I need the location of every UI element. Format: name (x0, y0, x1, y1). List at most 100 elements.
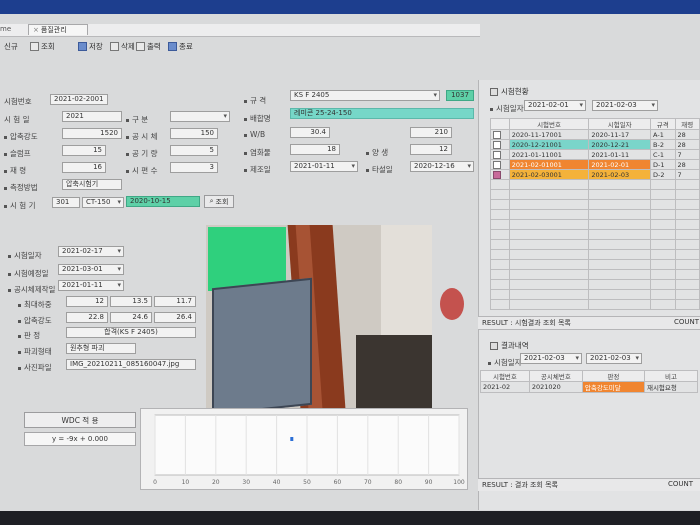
comp-strength-3[interactable]: 26.4 (154, 312, 196, 323)
right-date-from[interactable]: 2021-02-01 (524, 100, 586, 111)
home-tab[interactable]: me (0, 25, 11, 33)
result-row-note: 재시험요청 (643, 381, 699, 393)
specimen-field[interactable]: 150 (170, 128, 218, 139)
row-checkbox[interactable] (493, 130, 501, 139)
table-row[interactable]: 2021-02-01001 2021-02-01 D-1 28 (490, 159, 700, 170)
row-checkbox-cell[interactable] (490, 139, 510, 150)
result-label: RESULT : 시험결과 조회 목록 (482, 319, 571, 327)
tester-date[interactable]: 2020-10-15 (126, 196, 200, 207)
search-button[interactable]: 조회 (30, 40, 55, 52)
exam-date-field[interactable]: 2021-02-17 (58, 246, 124, 257)
search-icon (30, 41, 39, 51)
col-header[interactable]: 시험일자 (588, 118, 652, 130)
col2-header[interactable]: 판정 (581, 370, 645, 382)
row-checkbox[interactable] (493, 170, 501, 179)
result-row[interactable]: 2021-02 2021020 압축강도미달 재시험요청 (480, 381, 699, 393)
empty-row (490, 239, 700, 250)
photo-file-field[interactable]: IMG_20210211_085160047.jpg (66, 359, 196, 370)
col-header[interactable]: 시험번호 (508, 118, 590, 130)
wb-field-2[interactable]: 210 (410, 127, 452, 138)
curing-field[interactable]: 12 (410, 144, 452, 155)
save-button[interactable]: 저장 (78, 40, 103, 52)
fracture-field[interactable]: 원추형 파괴 (66, 343, 136, 354)
top-bezel (0, 0, 700, 14)
col2-header[interactable]: 비고 (643, 370, 699, 382)
wb-label: W/B (244, 130, 265, 139)
table-row[interactable]: 2020-12-21001 2020-12-21 B-2 28 (490, 139, 700, 150)
empty-row (490, 199, 700, 210)
table-row[interactable]: 2021-01-11001 2021-01-11 C-1 7 (490, 149, 700, 160)
row-date: 2020-11-17 (588, 129, 652, 140)
max-load-3[interactable]: 11.7 (154, 296, 196, 307)
row-checkbox-cell[interactable] (490, 159, 510, 170)
pour-date-field[interactable]: 2020-12-16 (410, 161, 474, 172)
exam-date-label: 시험일자 (8, 250, 42, 261)
wb-field[interactable]: 30.4 (290, 127, 330, 138)
date2-to[interactable]: 2021-02-03 (586, 353, 642, 364)
close-tab-icon[interactable]: × (33, 26, 39, 34)
result-row-no: 2021-02 (480, 381, 530, 393)
cast-date-field[interactable]: 2021-01-11 (58, 280, 124, 291)
wdc-apply-button[interactable]: WDC 적 용 (24, 412, 136, 428)
col2-header[interactable]: 시험번호 (480, 370, 530, 382)
sched-date-field[interactable]: 2021-03-01 (58, 264, 124, 275)
max-load-1[interactable]: 12 (66, 296, 108, 307)
row-checkbox-cell[interactable] (490, 149, 510, 160)
data-point (290, 437, 294, 441)
tester-label: 시 험 기 (4, 200, 35, 211)
col2-header[interactable]: 공시체번호 (528, 370, 583, 382)
col-header[interactable] (490, 118, 510, 130)
row-checkbox[interactable] (493, 150, 501, 159)
type-dropdown[interactable] (170, 111, 230, 122)
chloride-field[interactable]: 18 (290, 144, 340, 155)
air-field[interactable]: 5 (170, 145, 218, 156)
new-button[interactable]: 신규 (4, 40, 18, 52)
tester-search-button[interactable]: ⌕ 조회 (204, 195, 234, 208)
search-label: 조회 (41, 41, 55, 51)
test-date-field[interactable]: 2021 (62, 111, 122, 122)
row-checkbox-cell[interactable] (490, 169, 510, 180)
delete-button[interactable]: 삭제 (110, 40, 135, 52)
x-tick-label: 20 (212, 479, 220, 486)
strength-field[interactable]: 1520 (62, 128, 122, 139)
tester-code[interactable]: 301 (52, 197, 80, 208)
count-label: 시 편 수 (126, 165, 157, 176)
row-date: 2021-01-11 (588, 149, 652, 160)
method-field[interactable]: 압축시험기 (62, 179, 122, 190)
row-spec: D-2 (650, 169, 676, 180)
table-row[interactable]: 2021-02-03001 2021-02-03 D-2 7 (490, 169, 700, 180)
max-load-2[interactable]: 13.5 (110, 296, 152, 307)
mfg-date-field[interactable]: 2021-01-11 (290, 161, 358, 172)
photo-object (440, 288, 464, 320)
fracture-label: 파괴형태 (18, 346, 52, 357)
row-checkbox[interactable] (493, 160, 501, 169)
comp-strength-2[interactable]: 24.6 (110, 312, 152, 323)
spec-dropdown[interactable]: KS F 2405 (290, 90, 440, 101)
count-field[interactable]: 3 (170, 162, 218, 173)
right-date-to[interactable]: 2021-02-03 (592, 100, 658, 111)
tester-model[interactable]: CT-150 (82, 197, 124, 208)
row-checkbox[interactable] (493, 140, 501, 149)
x-tick-label: 80 (394, 479, 402, 486)
col-header[interactable]: 재령 (674, 118, 700, 130)
right-date-label: 시험일자 (490, 103, 524, 114)
air-label: 공 기 량 (126, 148, 157, 159)
count2-label: COUNT (668, 480, 694, 488)
slump-field[interactable]: 15 (62, 145, 106, 156)
table-row[interactable]: 2020-11-17001 2020-11-17 A-1 28 (490, 129, 700, 140)
judge-field[interactable]: 합격(KS F 2405) (66, 327, 196, 338)
close-button[interactable]: 종료 (168, 40, 193, 52)
row-checkbox-cell[interactable] (490, 129, 510, 140)
comp-strength-1[interactable]: 22.8 (66, 312, 108, 323)
active-tab[interactable]: × 품질관리 (28, 24, 88, 35)
print-button[interactable]: 출력 (136, 40, 161, 52)
mix-field[interactable]: 레미콘 25-24-150 (290, 108, 474, 119)
row-age: 7 (674, 169, 700, 180)
row-spec: D-1 (650, 159, 676, 170)
age-field[interactable]: 16 (62, 162, 106, 173)
date2-from[interactable]: 2021-02-03 (520, 353, 582, 364)
row-date: 2021-02-01 (588, 159, 652, 170)
x-tick-label: 0 (153, 479, 157, 486)
col-header[interactable]: 규격 (650, 118, 676, 130)
test-no-field[interactable]: 2021-02-2001 (50, 94, 108, 105)
